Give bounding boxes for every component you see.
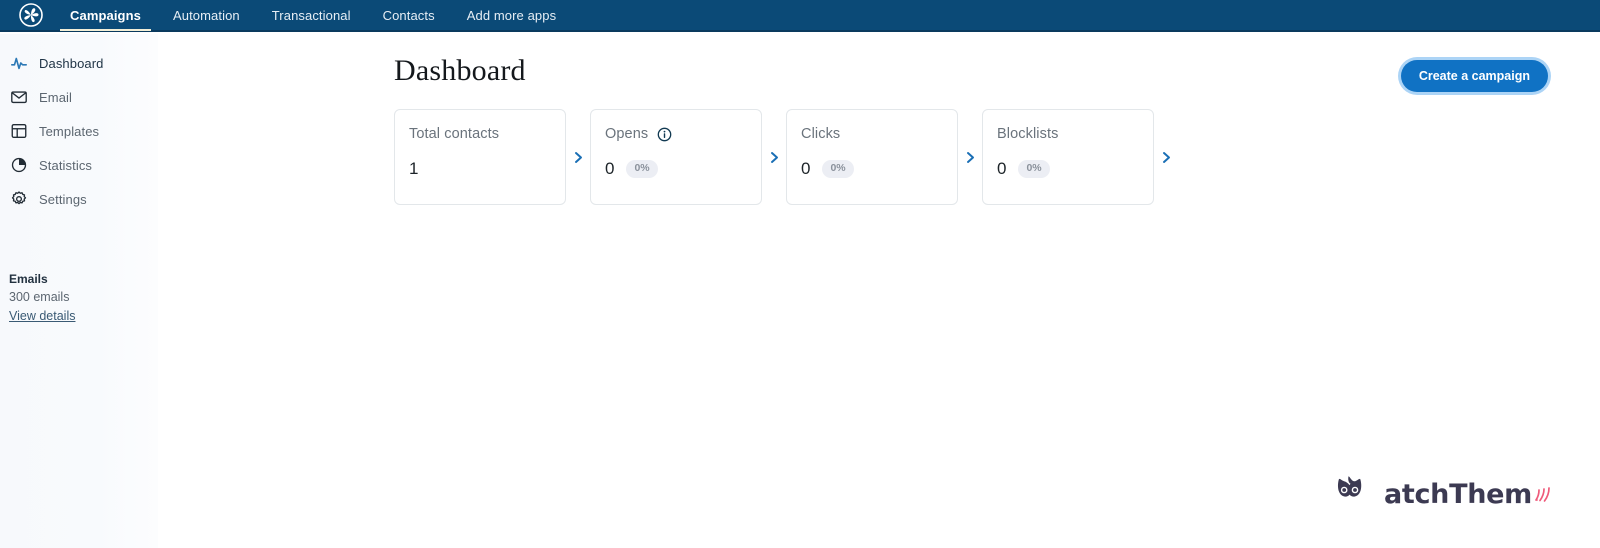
- stat-card-body: 0 0%: [801, 159, 943, 179]
- stat-card-body: 0 0%: [997, 159, 1139, 179]
- sidebar-item-email[interactable]: Email: [0, 80, 158, 114]
- stat-card-blocklists-value: 0: [997, 159, 1007, 178]
- brevo-spiral-logo[interactable]: [8, 0, 54, 31]
- watchthem-watermark: atchThem: [1336, 473, 1552, 508]
- chevron-right-icon-1[interactable]: [566, 150, 590, 165]
- stat-card-row: Total contacts 1 Opens 0 0% Clicks 0 0% …: [394, 109, 1178, 205]
- sidebar-item-templates[interactable]: Templates: [0, 114, 158, 148]
- watchthem-eyes-icon: [1336, 473, 1382, 508]
- sidebar-item-settings-label: Settings: [39, 191, 87, 207]
- info-icon[interactable]: [657, 127, 672, 142]
- envelope-icon: [10, 88, 28, 106]
- nav-tab-add-more-apps-label: Add more apps: [466, 7, 557, 23]
- stat-card-blocklists[interactable]: Blocklists 0 0%: [982, 109, 1154, 205]
- page-header: Dashboard Create a campaign: [394, 44, 1574, 100]
- stat-card-body: 0 0%: [605, 159, 747, 179]
- stat-card-clicks[interactable]: Clicks 0 0%: [786, 109, 958, 205]
- stat-card-clicks-badge: 0%: [822, 160, 854, 178]
- create-campaign-button[interactable]: Create a campaign: [1400, 60, 1548, 92]
- sidebar: Dashboard Email Templates Statistics Set…: [0, 34, 158, 548]
- nav-tab-campaigns-label: Campaigns: [70, 7, 141, 23]
- app-root: Campaigns Automation Transactional Conta…: [0, 0, 1600, 548]
- chevron-right-icon-3[interactable]: [958, 150, 982, 165]
- stat-card-header: Clicks: [801, 126, 943, 142]
- stat-card-total-contacts-label: Total contacts: [409, 126, 500, 142]
- stat-card-clicks-label: Clicks: [801, 126, 841, 142]
- nav-tab-contacts[interactable]: Contacts: [367, 0, 451, 31]
- nav-tab-add-more-apps[interactable]: Add more apps: [451, 0, 572, 31]
- chevron-right-icon-4[interactable]: [1154, 150, 1178, 165]
- stat-card-body: 1: [409, 159, 551, 179]
- nav-tab-automation[interactable]: Automation: [157, 0, 256, 31]
- stat-card-header: Blocklists: [997, 126, 1139, 142]
- nav-tab-automation-label: Automation: [172, 7, 240, 23]
- top-navigation-bar: Campaigns Automation Transactional Conta…: [0, 0, 1600, 32]
- stat-card-opens[interactable]: Opens 0 0%: [590, 109, 762, 205]
- view-details-link[interactable]: View details: [9, 309, 75, 323]
- sidebar-item-email-label: Email: [39, 89, 73, 105]
- sidebar-items: Dashboard Email Templates Statistics Set…: [0, 34, 158, 216]
- stat-card-header: Opens: [605, 126, 747, 142]
- signal-waves-icon: [1534, 481, 1552, 508]
- stat-card-opens-label: Opens: [605, 126, 649, 142]
- sidebar-item-dashboard[interactable]: Dashboard: [0, 46, 158, 80]
- layout-template-icon: [10, 122, 28, 140]
- stat-card-header: Total contacts: [409, 126, 551, 142]
- top-nav-items: Campaigns Automation Transactional Conta…: [54, 0, 572, 31]
- sidebar-item-statistics[interactable]: Statistics: [0, 148, 158, 182]
- nav-tab-transactional[interactable]: Transactional: [256, 0, 367, 31]
- main-content: Dashboard Create a campaign Total contac…: [158, 34, 1600, 548]
- email-usage-count: 300 emails: [9, 290, 70, 304]
- sidebar-item-settings[interactable]: Settings: [0, 182, 158, 216]
- stat-card-opens-value: 0: [605, 159, 615, 178]
- pie-chart-icon: [10, 156, 28, 174]
- stat-card-blocklists-badge: 0%: [1018, 160, 1050, 178]
- page-title: Dashboard: [394, 54, 526, 87]
- sidebar-item-dashboard-label: Dashboard: [39, 55, 104, 71]
- stat-card-blocklists-label: Blocklists: [997, 126, 1059, 142]
- stat-card-total-contacts-value: 1: [409, 159, 419, 178]
- nav-tab-campaigns[interactable]: Campaigns: [54, 0, 157, 31]
- chevron-right-icon-2[interactable]: [762, 150, 786, 165]
- stat-card-opens-badge: 0%: [626, 160, 658, 178]
- email-usage-panel: Emails 300 emails View details: [9, 272, 149, 325]
- email-usage-title: Emails: [9, 272, 48, 286]
- sidebar-item-templates-label: Templates: [39, 123, 100, 139]
- sidebar-item-statistics-label: Statistics: [39, 157, 93, 173]
- stat-card-total-contacts[interactable]: Total contacts 1: [394, 109, 566, 205]
- nav-tab-contacts-label: Contacts: [382, 7, 435, 23]
- gear-icon: [10, 190, 28, 208]
- activity-pulse-icon: [10, 54, 28, 72]
- nav-tab-transactional-label: Transactional: [271, 7, 351, 23]
- stat-card-clicks-value: 0: [801, 159, 811, 178]
- watchthem-wordmark: atchThem: [1383, 479, 1532, 510]
